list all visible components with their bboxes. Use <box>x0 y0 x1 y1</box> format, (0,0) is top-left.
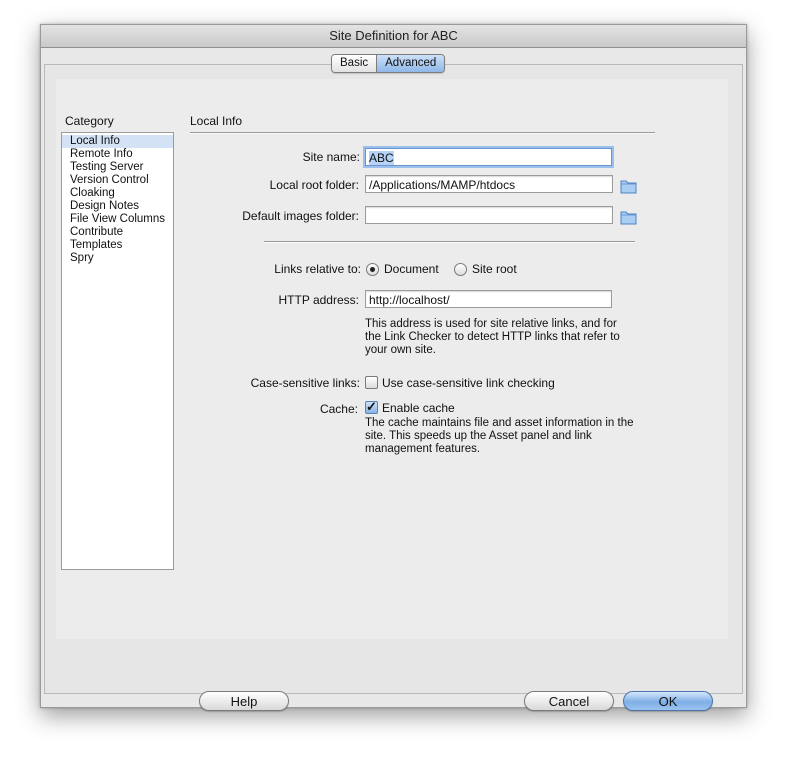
site-root-radio-label[interactable]: Site root <box>472 262 517 276</box>
site-name-value: ABC <box>369 151 394 165</box>
category-item-cloaking[interactable]: Cloaking <box>62 187 173 200</box>
category-item-spry[interactable]: Spry <box>62 252 173 265</box>
cancel-button[interactable]: Cancel <box>524 691 614 711</box>
category-item-local-info[interactable]: Local Info <box>62 135 173 148</box>
enable-cache-option-label[interactable]: Enable cache <box>382 401 455 415</box>
category-item-testing-server[interactable]: Testing Server <box>62 161 173 174</box>
category-item-file-view-columns[interactable]: File View Columns <box>62 213 173 226</box>
folder-icon[interactable] <box>620 210 638 225</box>
enable-cache-checkbox[interactable]: ✓ <box>365 399 378 414</box>
category-item-templates[interactable]: Templates <box>62 239 173 252</box>
default-images-folder-label: Default images folder: <box>242 209 359 223</box>
case-sensitive-option-label[interactable]: Use case-sensitive link checking <box>382 376 555 390</box>
case-sensitive-label: Case-sensitive links: <box>250 376 360 390</box>
site-name-input[interactable]: ABC <box>365 148 612 166</box>
document-radio-label[interactable]: Document <box>384 262 439 276</box>
category-item-remote-info[interactable]: Remote Info <box>62 148 173 161</box>
case-sensitive-checkbox[interactable] <box>365 376 378 389</box>
cache-label: Cache: <box>319 402 358 416</box>
checkmark-icon: ✓ <box>366 399 377 414</box>
section-title: Local Info <box>190 114 243 128</box>
category-item-design-notes[interactable]: Design Notes <box>62 200 173 213</box>
links-relative-label: Links relative to: <box>274 262 361 276</box>
site-name-label: Site name: <box>302 150 360 164</box>
local-root-folder-input[interactable]: /Applications/MAMP/htdocs <box>365 175 613 193</box>
category-list[interactable]: Local Info Remote Info Testing Server Ve… <box>61 132 174 570</box>
local-root-folder-label: Local root folder: <box>269 178 359 192</box>
divider <box>264 241 635 243</box>
folder-icon[interactable] <box>620 179 638 194</box>
content-panel: Category Local Info Remote Info Testing … <box>44 64 743 711</box>
http-address-label: HTTP address: <box>278 293 359 307</box>
category-item-contribute[interactable]: Contribute <box>62 226 173 239</box>
window-title: Site Definition for ABC <box>41 25 746 48</box>
tab-advanced[interactable]: Advanced <box>376 55 445 72</box>
tab-basic[interactable]: Basic <box>332 55 377 72</box>
tab-bar: Basic Advanced <box>331 54 446 73</box>
site-definition-dialog: Site Definition for ABC Basic Advanced C… <box>40 24 747 711</box>
section-divider <box>190 132 655 134</box>
category-item-version-control[interactable]: Version Control <box>62 174 173 187</box>
cache-help: The cache maintains file and asset infor… <box>365 417 634 455</box>
http-address-help: This address is used for site relative l… <box>365 318 620 356</box>
document-radio[interactable] <box>366 263 379 276</box>
ok-button[interactable]: OK <box>623 691 713 711</box>
default-images-folder-input[interactable] <box>365 206 613 224</box>
help-button[interactable]: Help <box>199 691 289 711</box>
http-address-input[interactable]: http://localhost/ <box>365 290 612 308</box>
category-heading: Category <box>65 114 114 128</box>
site-root-radio[interactable] <box>454 263 467 276</box>
